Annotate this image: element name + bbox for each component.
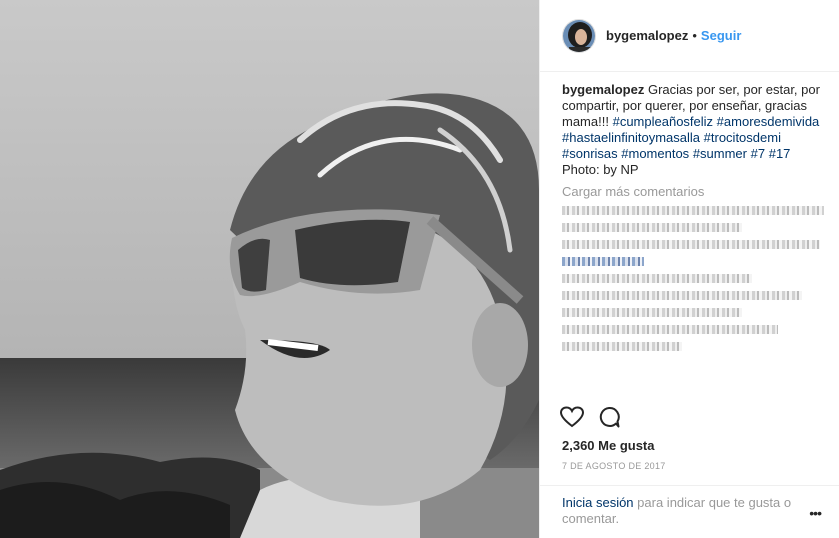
- likes-count[interactable]: 2,360 Me gusta: [562, 438, 655, 453]
- ellipsis-icon[interactable]: •••: [809, 505, 822, 521]
- blurred-comment-line: [562, 274, 752, 283]
- hashtag[interactable]: #trocitosdemi: [704, 130, 781, 145]
- blurred-comment-line: [562, 257, 644, 266]
- hashtag[interactable]: #17: [769, 146, 791, 161]
- hashtag[interactable]: #hastaelinfinitoymasalla: [562, 130, 700, 145]
- hashtag[interactable]: #cumpleañosfeliz: [613, 114, 713, 129]
- hashtag[interactable]: #summer: [693, 146, 747, 161]
- separator-dot: •: [692, 28, 697, 43]
- avatar-image: [563, 19, 595, 52]
- follow-button[interactable]: Seguir: [701, 28, 741, 43]
- blurred-comment-line: [562, 325, 778, 334]
- hashtag[interactable]: #sonrisas: [562, 146, 618, 161]
- post-header: bygemalopez • Seguir: [540, 0, 839, 72]
- comments-list: bygemalopez Gracias por ser, por estar, …: [540, 72, 839, 400]
- blurred-comment-line: [562, 342, 682, 351]
- post-sidebar: bygemalopez • Seguir bygemalopez Gracias…: [539, 0, 839, 538]
- login-prompt: Inicia sesión para indicar que te gusta …: [540, 485, 839, 527]
- heart-outline-icon[interactable]: [559, 406, 585, 431]
- post-photo[interactable]: [0, 0, 539, 538]
- blurred-comments: [562, 206, 839, 351]
- post-photo-image: [0, 0, 539, 538]
- blurred-comment-line: [562, 291, 802, 300]
- caption: bygemalopez Gracias por ser, por estar, …: [562, 82, 826, 178]
- post-date: 7 DE AGOSTO DE 2017: [562, 461, 666, 471]
- blurred-comment-line: [562, 240, 820, 249]
- avatar[interactable]: [562, 18, 596, 53]
- blurred-comment-line: [562, 223, 742, 232]
- login-link[interactable]: Inicia sesión: [562, 495, 634, 510]
- hashtag[interactable]: #amoresdemivida: [717, 114, 820, 129]
- photo-credit: Photo: by NP: [562, 162, 639, 177]
- post-actions: [559, 406, 620, 431]
- load-more-comments[interactable]: Cargar más comentarios: [562, 184, 839, 199]
- caption-username[interactable]: bygemalopez: [562, 82, 644, 97]
- username-link[interactable]: bygemalopez: [606, 28, 688, 43]
- blurred-comment-line: [562, 206, 824, 215]
- blurred-comment-line: [562, 308, 742, 317]
- speech-bubble-icon[interactable]: [598, 406, 620, 431]
- hashtag[interactable]: #7: [751, 146, 765, 161]
- instagram-post: bygemalopez • Seguir bygemalopez Gracias…: [0, 0, 839, 538]
- hashtag[interactable]: #momentos: [621, 146, 689, 161]
